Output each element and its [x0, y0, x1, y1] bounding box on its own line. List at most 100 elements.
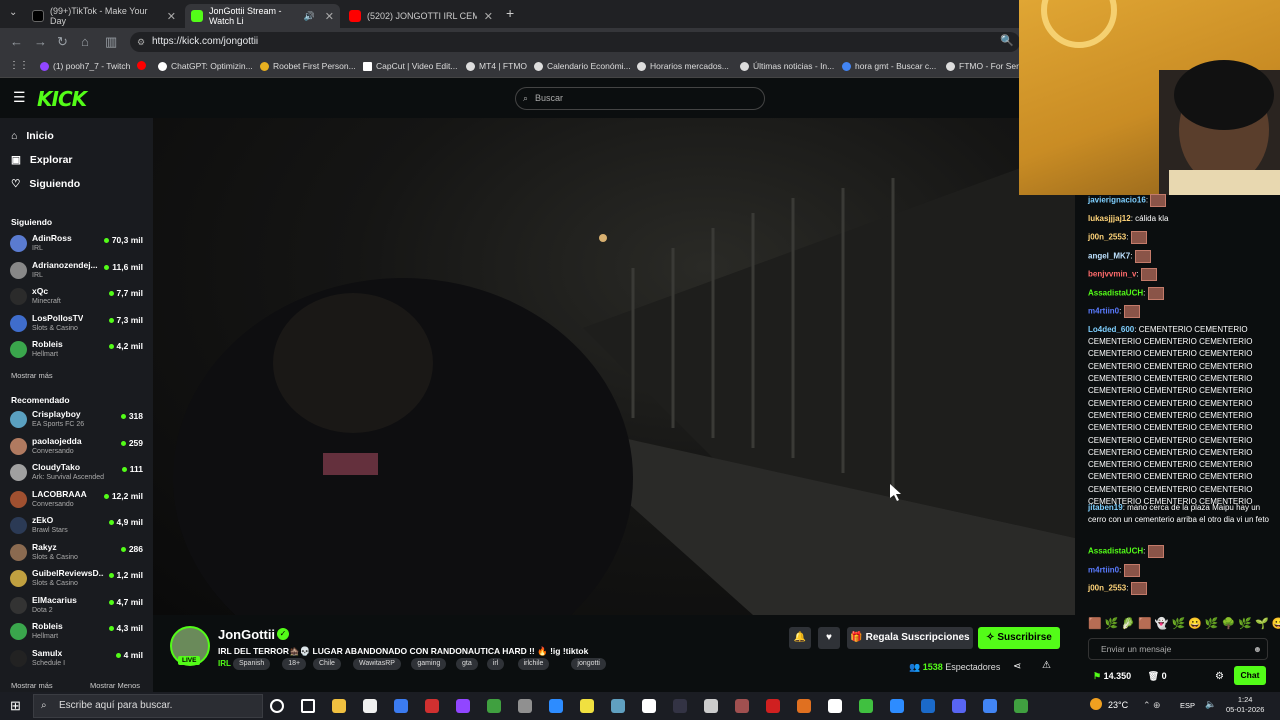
bookmark-hora-gmt[interactable]: hora gmt - Buscar c...: [842, 61, 936, 71]
channel-item[interactable]: Rakyz Slots & Casino 286: [10, 541, 145, 567]
taskbar-search[interactable]: ⌕ Escribe aquí para buscar.: [33, 694, 263, 718]
volume-icon[interactable]: 🔈: [1205, 699, 1216, 710]
bookmark-horarios[interactable]: Horarios mercados...: [637, 61, 729, 71]
capcut-icon[interactable]: [642, 699, 656, 713]
discord-icon[interactable]: [952, 699, 966, 713]
channel-item[interactable]: paolaojedda Conversando 259: [10, 435, 145, 461]
close-icon[interactable]: ✕: [167, 10, 176, 23]
clock[interactable]: 1:24 05-01-2026: [1226, 695, 1264, 715]
tab-tiktok[interactable]: (99+)TikTok - Make Your Day ✕: [26, 4, 182, 28]
channel-item[interactable]: LosPollosTV Slots & Casino 7,3 mil: [10, 312, 145, 338]
channel-item[interactable]: zEkO Brawl Stars 4,9 mil: [10, 514, 145, 540]
chrome-icon[interactable]: [983, 699, 997, 713]
back-icon[interactable]: ←: [10, 34, 23, 49]
reload-icon[interactable]: ↻: [57, 34, 68, 50]
file-explorer-icon[interactable]: [332, 699, 346, 713]
recorder-icon[interactable]: [425, 699, 439, 713]
game-icon[interactable]: [735, 699, 749, 713]
report-icon[interactable]: ⚠: [1042, 660, 1051, 671]
weather-temp[interactable]: 23°C: [1108, 700, 1128, 710]
nav-explorar[interactable]: ▣ Explorar: [11, 154, 73, 166]
app-icon[interactable]: [518, 699, 532, 713]
zoom-icon[interactable]: [549, 699, 563, 713]
app-icon[interactable]: [611, 699, 625, 713]
android-studio-icon[interactable]: [487, 699, 501, 713]
streamer-name[interactable]: JonGottii: [218, 627, 275, 642]
stream-tag[interactable]: jongotti: [571, 658, 606, 670]
channel-item[interactable]: ElMacarius Dota 2 4,7 mil: [10, 594, 145, 620]
settings-icon[interactable]: [704, 699, 718, 713]
nav-inicio[interactable]: ⌂ Inicio: [11, 130, 54, 142]
split-view-icon[interactable]: ▥: [105, 34, 117, 50]
sticky-notes-icon[interactable]: [580, 699, 594, 713]
search-input[interactable]: ⌕ Buscar: [515, 87, 765, 110]
gift-subs-button[interactable]: 🎁 Regala Suscripciones: [847, 627, 973, 649]
channel-item[interactable]: CloudyTako Ark: Survival Ascended 111: [10, 461, 145, 487]
url-field[interactable]: ⚙ https://kick.com/jongottii: [130, 32, 1020, 52]
site-info-icon[interactable]: ⚙: [137, 32, 145, 52]
copilot-icon[interactable]: [394, 699, 408, 713]
stream-category[interactable]: IRL: [218, 659, 231, 668]
chat-username[interactable]: jitaben19: [1088, 503, 1123, 512]
bookmark-chatgpt[interactable]: ChatGPT: Optimizin...: [158, 61, 253, 71]
chat-send-button[interactable]: Chat: [1234, 666, 1266, 685]
bookmark-ftmo[interactable]: MT4 | FTMO: [466, 61, 527, 71]
chat-username[interactable]: j00n_2553: [1088, 584, 1126, 593]
channel-item[interactable]: AdinRoss IRL 70,3 mil: [10, 232, 145, 258]
chat-username[interactable]: benjvvmin_v: [1088, 270, 1136, 279]
show-more-following[interactable]: Mostrar más: [11, 371, 53, 380]
chat-input[interactable]: Enviar un mensaje ☻: [1088, 638, 1268, 660]
emoji-icon[interactable]: ☻: [1253, 639, 1262, 659]
bookmark-youtube[interactable]: [137, 61, 150, 70]
streamlabs-icon[interactable]: [797, 699, 811, 713]
bookmark-roobet[interactable]: Roobet First Person...: [260, 61, 356, 71]
channel-item[interactable]: Crisplayboy EA Sports FC 26 318: [10, 408, 145, 434]
channel-item[interactable]: LACOBRAAA Conversando 12,2 mil: [10, 488, 145, 514]
twitch-icon[interactable]: [456, 699, 470, 713]
emote-bar[interactable]: 🟫🌿🥬🟫👻🌿😀🌿🌳🌿🌱😀: [1088, 617, 1280, 630]
bookmark-twitch[interactable]: (1) pooh7_7 - Twitch: [40, 61, 130, 71]
tab-search-icon[interactable]: ⌄: [9, 7, 17, 18]
bookmark-ftmo-serious[interactable]: FTMO - For Serio: [946, 61, 1026, 71]
forward-icon[interactable]: →: [34, 34, 47, 49]
heart-icon[interactable]: ♥: [818, 627, 840, 649]
chat-settings-icon[interactable]: ⚙: [1215, 671, 1224, 682]
stream-tag[interactable]: irl: [486, 658, 505, 670]
obs-icon[interactable]: [673, 699, 687, 713]
stream-tag[interactable]: Chile: [313, 658, 341, 670]
stream-tag[interactable]: Spanish: [233, 658, 271, 670]
opera-icon[interactable]: [766, 699, 780, 713]
bookmark-noticias[interactable]: Últimas noticias - In...: [740, 61, 834, 71]
close-icon[interactable]: ✕: [325, 10, 334, 23]
steam-icon[interactable]: [921, 699, 935, 713]
speaker-icon[interactable]: 🔊: [304, 11, 315, 22]
kick-logo[interactable]: KICK: [37, 87, 87, 111]
tab-youtube[interactable]: (5202) JONGOTTI IRL CEMENT ✕: [343, 4, 499, 28]
minecraft-icon[interactable]: [859, 699, 873, 713]
channel-item[interactable]: xQc Minecraft 7,7 mil: [10, 285, 145, 311]
show-more-recommended[interactable]: Mostrar más: [11, 681, 53, 690]
show-less-recommended[interactable]: Mostrar Menos: [90, 681, 140, 690]
nav-siguiendo[interactable]: ♡ Siguiendo: [11, 178, 80, 190]
notepad-icon[interactable]: [363, 699, 377, 713]
subscribe-button[interactable]: ✧ Suscribirse: [978, 627, 1060, 649]
channel-points[interactable]: ⚑ 14.350 🗑 0: [1093, 671, 1167, 682]
chat-username[interactable]: lukasjjjaj12: [1088, 214, 1131, 223]
zoom-icon[interactable]: 🔍: [1000, 34, 1014, 47]
chat-username[interactable]: javierignacio16: [1088, 196, 1146, 205]
channel-item[interactable]: Samulx Schedule I 4 mil: [10, 647, 145, 673]
menu-icon[interactable]: ☰: [13, 89, 26, 106]
cortana-icon[interactable]: [270, 699, 284, 713]
bookmark-calendario[interactable]: Calendario Económi...: [534, 61, 631, 71]
share-icon[interactable]: ⋖: [1013, 661, 1021, 672]
bookmark-capcut[interactable]: CapCut | Video Edit...: [363, 61, 457, 71]
channel-item[interactable]: GuibelReviewsD... Slots & Casino 1,2 mil: [10, 567, 145, 593]
stream-tag[interactable]: gaming: [411, 658, 447, 670]
task-view-icon[interactable]: [301, 699, 315, 713]
apps-icon[interactable]: ⋮⋮: [9, 60, 29, 71]
chat-username[interactable]: m4rtiin0: [1088, 565, 1119, 574]
windows-start-icon[interactable]: ⊞: [10, 698, 21, 714]
channel-item[interactable]: Adrianozendej... IRL 11,6 mil: [10, 259, 145, 285]
tiktok-icon[interactable]: [828, 699, 842, 713]
stream-tag[interactable]: irlchile: [517, 658, 550, 670]
